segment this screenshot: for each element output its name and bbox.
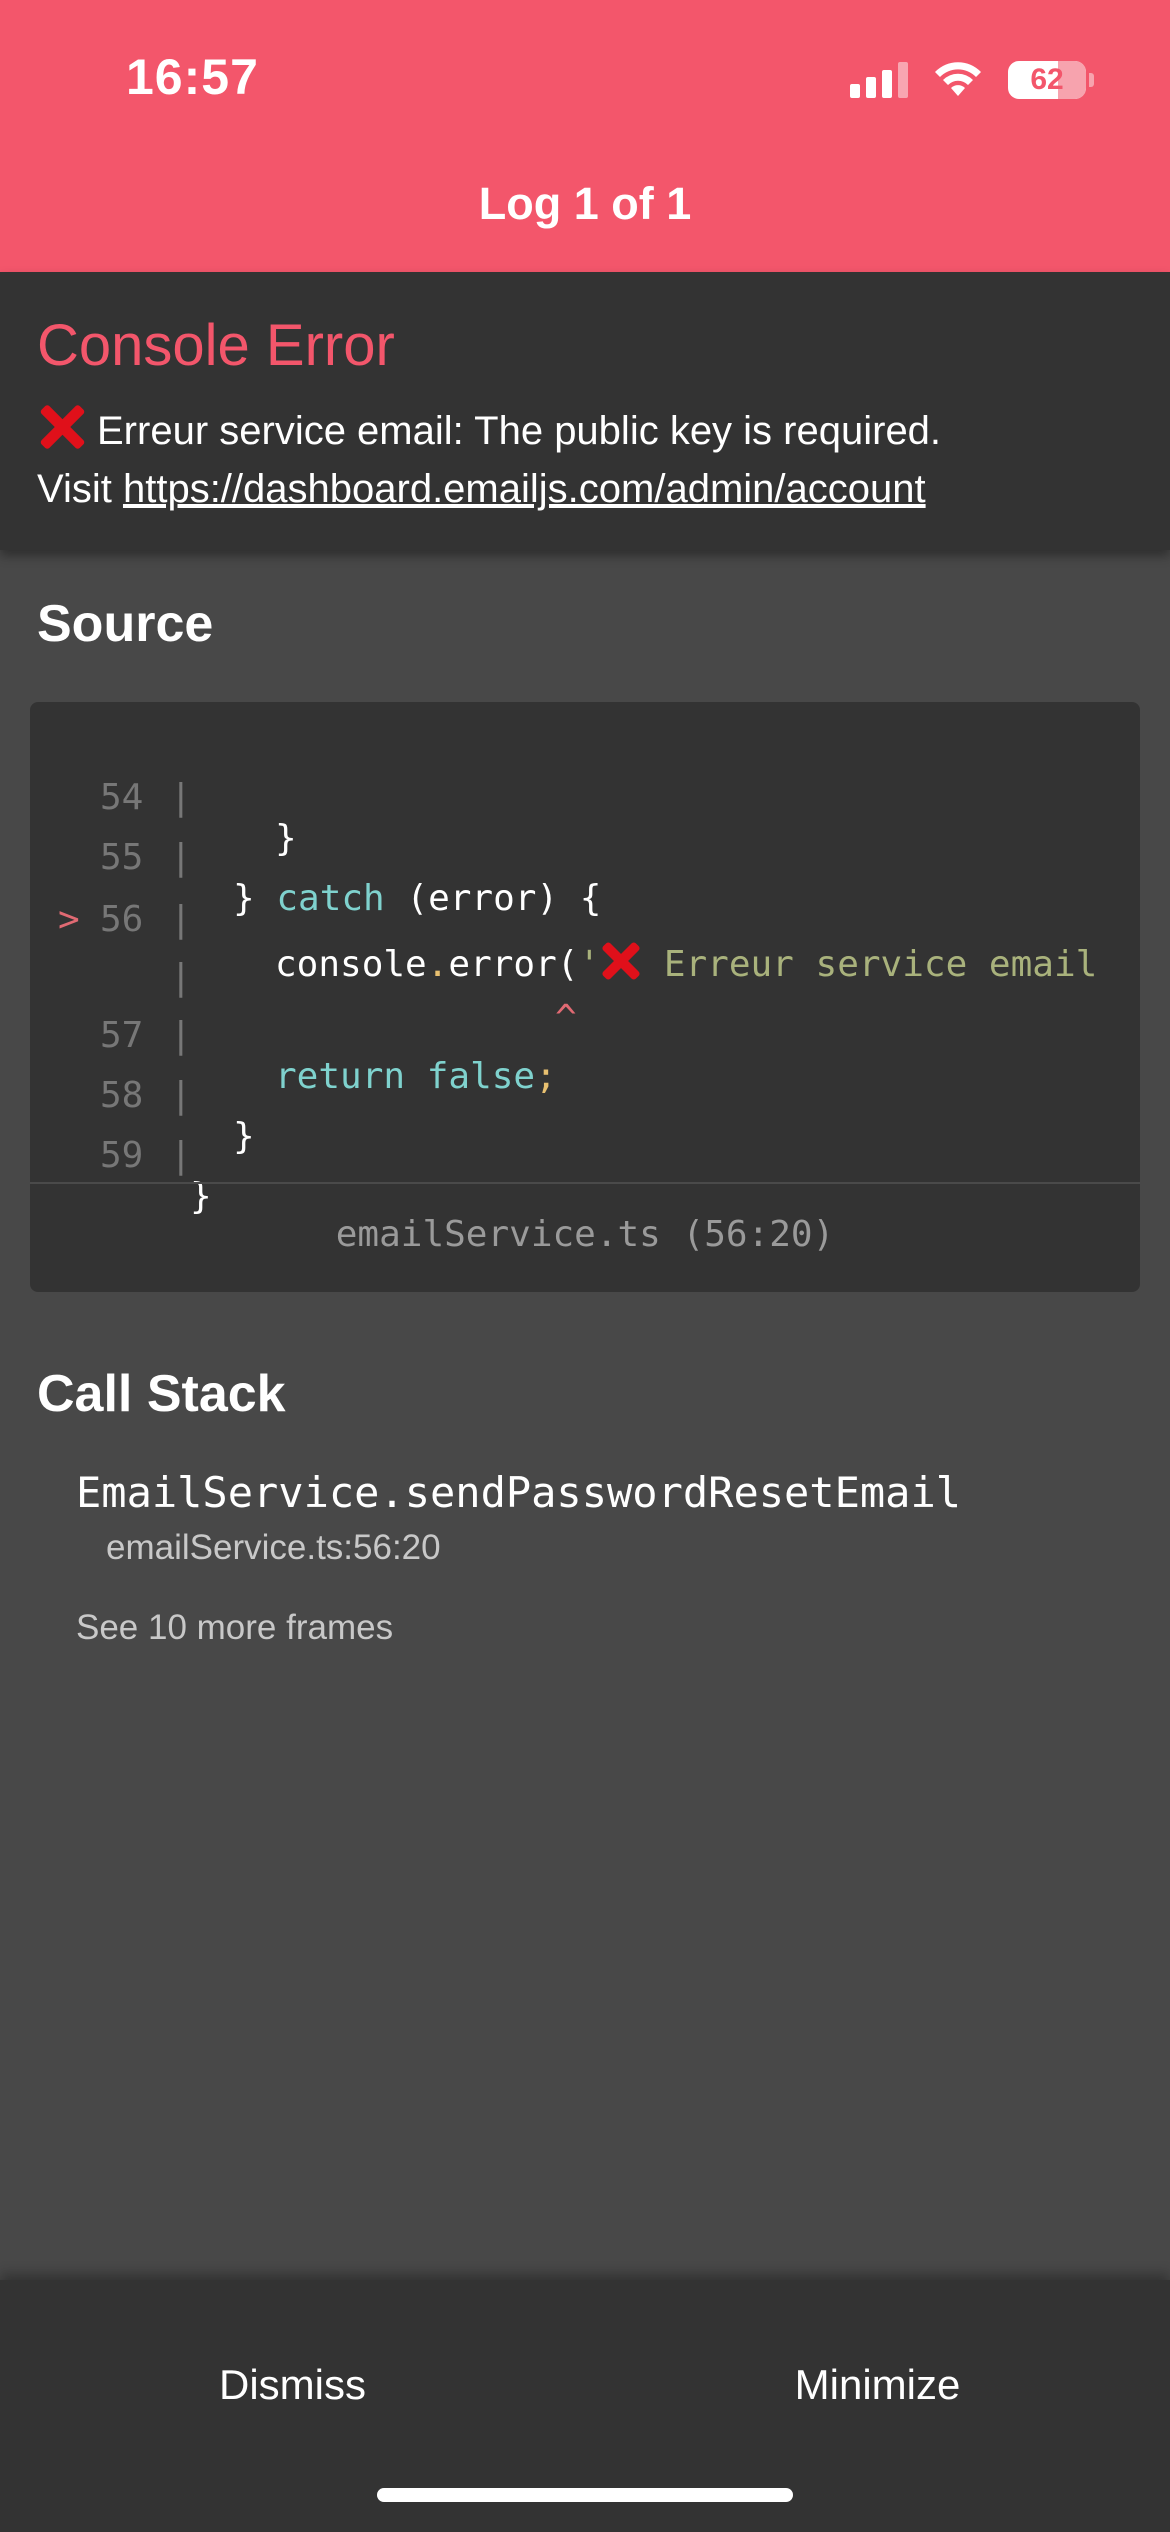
status-time: 16:57 <box>126 49 259 105</box>
code-line-highlighted: >56 | console.error(' Erreur service emai… <box>58 899 1098 985</box>
stack-frame-function[interactable]: EmailService.sendPasswordResetEmail <box>76 1468 961 1517</box>
emailjs-dashboard-link[interactable]: https://dashboard.emailjs.com/admin/acco… <box>123 467 926 511</box>
home-indicator[interactable] <box>377 2488 793 2502</box>
error-message: Erreur service email: The public key is … <box>37 402 1137 518</box>
battery-icon: 62 <box>1008 61 1094 99</box>
error-title: Console Error <box>37 313 395 378</box>
divider <box>30 1182 1140 1184</box>
error-banner: Console Error Erreur service email: The … <box>0 272 1170 550</box>
wifi-icon <box>935 62 981 96</box>
minimize-button[interactable]: Minimize <box>585 2330 1170 2440</box>
code-line: | ^ <box>170 957 577 1039</box>
visit-label: Visit <box>37 467 112 511</box>
battery-level: 62 <box>1030 63 1064 96</box>
source-file-location[interactable]: emailService.ts (56:20) <box>30 1214 1140 1255</box>
log-counter-title: Log 1 of 1 <box>478 178 692 229</box>
error-message-text: Erreur service email: The public key is … <box>97 409 942 453</box>
log-header: 16:57 62 Log 1 of 1 <box>0 0 1170 272</box>
code-line: 57 | return false; <box>100 1015 557 1097</box>
code-line: 59 | } <box>100 1135 212 1217</box>
cross-mark-icon <box>37 402 87 452</box>
see-more-frames-button[interactable]: See 10 more frames <box>76 1608 393 1648</box>
code-line: 54 | } <box>100 777 297 859</box>
stack-frame-location[interactable]: emailService.ts:56:20 <box>106 1528 441 1568</box>
code-line: 58 | } <box>100 1075 255 1157</box>
source-code-frame: 54 | } 55 | } catch (error) { >56 | console… <box>30 702 1140 1292</box>
code-line: 55 | } catch (error) { <box>100 837 602 919</box>
cellular-signal-icon <box>850 62 908 98</box>
dismiss-button[interactable]: Dismiss <box>0 2330 585 2440</box>
status-icons: 62 <box>850 56 1094 104</box>
call-stack-heading: Call Stack <box>37 1365 286 1423</box>
source-heading: Source <box>37 595 214 653</box>
